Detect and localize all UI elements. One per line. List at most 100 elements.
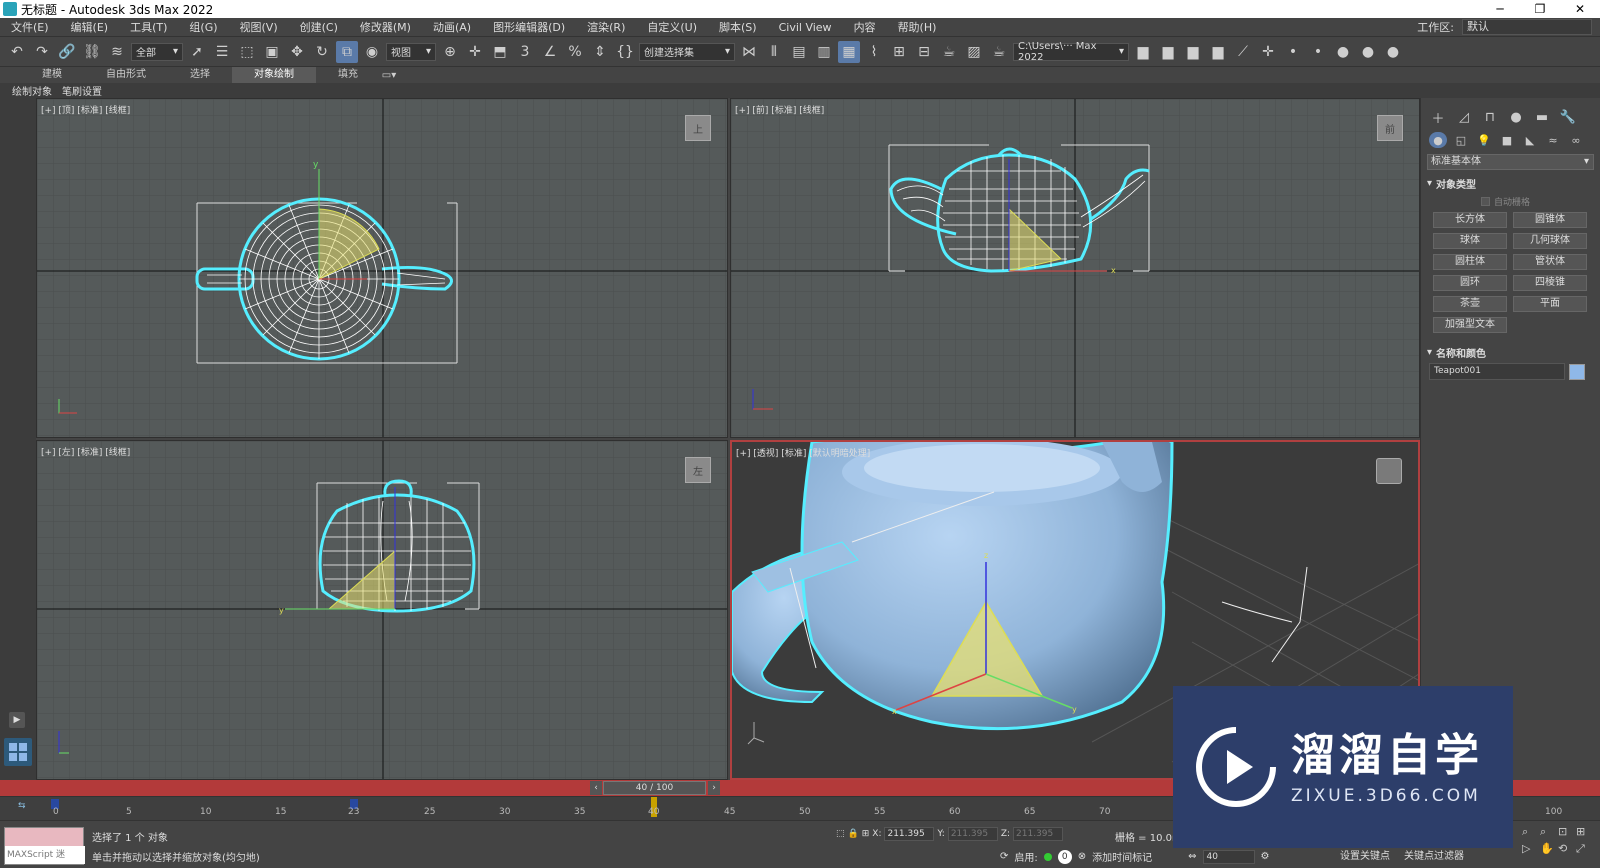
menu-help[interactable]: 帮助(H) [887, 19, 948, 35]
sphere-1-icon[interactable]: ● [1332, 41, 1354, 63]
ribbon-toggle-icon[interactable]: ▦ [838, 40, 860, 63]
box-button[interactable]: 长方体 [1433, 212, 1507, 228]
key-filters-button[interactable]: 关键点过滤器 [1404, 847, 1464, 862]
space-warps-icon[interactable]: ≈ [1544, 132, 1562, 148]
torus-button[interactable]: 圆环 [1433, 275, 1507, 291]
zoom-icon[interactable]: ⌕ [1522, 825, 1538, 839]
align-icon[interactable]: ⫴ [763, 41, 785, 63]
viewport-top[interactable]: [+] [顶] [标准] [线框] 上 y [36, 98, 728, 438]
next-frame-icon[interactable]: › [708, 781, 720, 795]
menu-content[interactable]: 内容 [843, 19, 887, 35]
redo-icon[interactable]: ↷ [31, 41, 53, 63]
viewport-left-label[interactable]: [+] [左] [标准] [线框] [41, 445, 130, 458]
spinner-snap-icon[interactable]: ⇕ [589, 41, 611, 63]
prev-frame-icon[interactable]: ‹ [590, 781, 602, 795]
object-type-rollout[interactable]: ▾ 对象类型 [1427, 176, 1594, 191]
render-setup-icon[interactable]: ☕ [938, 41, 960, 63]
sphere-2-icon[interactable]: ● [1357, 41, 1379, 63]
render-icon[interactable]: ☕ [988, 41, 1010, 63]
textplus-button[interactable]: 加强型文本 [1433, 317, 1507, 333]
x-coord-field[interactable]: 211.395 [884, 827, 935, 841]
viewcube-perspective-icon[interactable] [1376, 458, 1402, 484]
bind-space-warp-icon[interactable]: ≋ [106, 41, 128, 63]
menu-animation[interactable]: 动画(A) [422, 19, 482, 35]
scale-icon[interactable]: ⧉ [336, 40, 358, 63]
object-color-swatch[interactable] [1569, 363, 1585, 380]
zoom-all-icon[interactable]: ⌕ [1540, 825, 1556, 839]
menu-scripting[interactable]: 脚本(S) [708, 19, 768, 35]
add-time-tag-icon[interactable]: ⊗ [1078, 851, 1086, 862]
pivot-center-icon[interactable]: ⊕ [439, 41, 461, 63]
object-name-field[interactable]: Teapot001 [1429, 363, 1565, 380]
time-config-icon[interactable]: ⚙ [1261, 851, 1270, 862]
create-tab-icon[interactable]: ＋ [1429, 108, 1447, 127]
mirror-icon[interactable]: ⋈ [738, 41, 760, 63]
snaps-toggle-icon[interactable]: 3 [514, 41, 536, 63]
ref-coord-dropdown[interactable]: 视图 ▾ [386, 42, 436, 61]
menu-create[interactable]: 创建(C) [289, 19, 349, 35]
dot-1-icon[interactable]: • [1282, 41, 1304, 63]
menu-views[interactable]: 视图(V) [229, 19, 289, 35]
tool-a-icon[interactable]: ⟋ [1232, 41, 1254, 63]
add-time-tag[interactable]: 添加时间标记 [1092, 849, 1152, 864]
category-dropdown[interactable]: 标准基本体 ▾ [1427, 154, 1594, 170]
track-bar-menu-icon[interactable]: ⇆ [18, 801, 26, 811]
cylinder-button[interactable]: 圆柱体 [1433, 254, 1507, 270]
tab-modeling[interactable]: 建模 [20, 67, 84, 83]
shapes-icon[interactable]: ◱ [1452, 132, 1470, 148]
edit-named-sel-icon[interactable]: {} [614, 41, 636, 63]
set-key-button[interactable]: 设置关键点 [1340, 847, 1390, 862]
display-tab-icon[interactable]: ▬ [1533, 108, 1551, 126]
cameras-icon[interactable]: ■ [1498, 132, 1516, 148]
maximize-viewport-icon[interactable]: ⤢ [1576, 842, 1592, 856]
menu-rendering[interactable]: 渲染(R) [576, 19, 636, 35]
field-of-view-icon[interactable]: ▷ [1522, 842, 1538, 856]
sphere-3-icon[interactable]: ● [1382, 41, 1404, 63]
geometry-icon[interactable]: ● [1429, 132, 1447, 148]
layout-four-icon[interactable] [4, 738, 32, 766]
tube-button[interactable]: 管状体 [1513, 254, 1587, 270]
tab-selection[interactable]: 选择 [168, 67, 232, 83]
key-mode-icon[interactable]: ⇔ [1188, 851, 1196, 862]
scene-explorer-icon[interactable]: ▤ [788, 41, 810, 63]
cone-button[interactable]: 圆锥体 [1513, 212, 1587, 228]
unlink-icon[interactable]: ⛓ [81, 41, 103, 63]
enable-counter[interactable]: 0 [1057, 849, 1072, 864]
schematic-view-icon[interactable]: ⊞ [888, 41, 910, 63]
adaptive-degradation-icon[interactable]: ⟳ [1000, 851, 1008, 862]
motion-tab-icon[interactable]: ● [1507, 108, 1525, 126]
viewport-perspective-label[interactable]: [+] [透视] [标准] [默认明暗处理] [736, 446, 870, 459]
workspace-select[interactable]: 默认 [1462, 19, 1592, 35]
percent-snap-icon[interactable]: % [564, 41, 586, 63]
undo-icon[interactable]: ↶ [6, 41, 28, 63]
lights-icon[interactable]: 💡 [1475, 132, 1493, 148]
keyboard-shortcut-icon[interactable]: ⬒ [489, 41, 511, 63]
ribbon-options-icon[interactable]: ▭▾ [380, 68, 398, 82]
angle-snap-icon[interactable]: ∠ [539, 41, 561, 63]
expand-layout-icon[interactable]: ▶ [9, 712, 25, 728]
render-preset-icon[interactable]: ▆ [1157, 41, 1179, 63]
project-path-dropdown[interactable]: C:\Users\··· Max 2022 ▾ [1013, 41, 1129, 63]
menu-modifiers[interactable]: 修改器(M) [349, 19, 422, 35]
menu-file[interactable]: 文件(E) [0, 19, 60, 35]
pyramid-button[interactable]: 四棱锥 [1513, 275, 1587, 291]
link-icon[interactable]: 🔗 [56, 41, 78, 63]
viewport-left[interactable]: [+] [左] [标准] [线框] 左 y [36, 440, 728, 780]
curve-editor-icon[interactable]: ⌇ [863, 41, 885, 63]
named-selection-dropdown[interactable]: 创建选择集 ▾ [639, 42, 735, 61]
tab-object-paint[interactable]: 对象绘制 [232, 67, 316, 83]
menu-edit[interactable]: 编辑(E) [60, 19, 120, 35]
select-object-icon[interactable]: ➚ [186, 41, 208, 63]
y-coord-field[interactable]: 211.395 [947, 827, 998, 841]
z-coord-field[interactable]: 211.395 [1013, 827, 1064, 841]
viewport-front-label[interactable]: [+] [前] [标准] [线框] [735, 103, 824, 116]
layer-explorer-icon[interactable]: ▥ [813, 41, 835, 63]
isolate-icon[interactable]: ⬚ [836, 829, 845, 839]
menu-group[interactable]: 组(G) [178, 19, 228, 35]
maxscript-listener[interactable]: MAXScript 迷 [4, 827, 85, 865]
zoom-extents-icon[interactable]: ⊡ [1558, 825, 1574, 839]
lock-icon[interactable]: 🔒 [848, 829, 859, 839]
systems-icon[interactable]: ∞ [1567, 132, 1585, 148]
zoom-extents-all-icon[interactable]: ⊞ [1576, 825, 1592, 839]
viewcube-top-icon[interactable]: 上 [685, 115, 711, 141]
